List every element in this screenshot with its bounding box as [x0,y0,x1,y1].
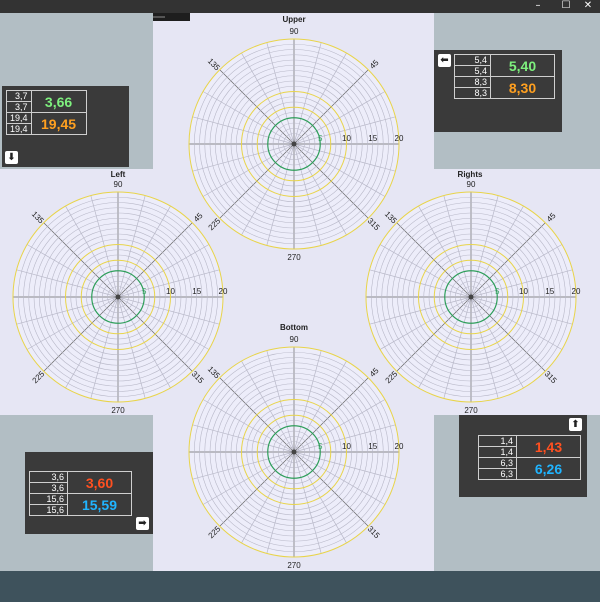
readout-big-value: 8,30 [490,76,555,99]
angle-label: 45 [192,211,205,224]
radius-label: 10 [342,134,351,143]
angle-label: 90 [467,180,476,189]
readout-cell: 15,6 [29,504,68,516]
arrow-up-icon[interactable]: ⬆ [569,418,582,431]
angle-label: 90 [290,27,299,36]
center-dot [291,141,297,147]
radius-label: 15 [545,287,554,296]
readout-big-value: 6,26 [516,457,581,480]
readout-big-value: 3,60 [67,471,132,494]
angle-label: 270 [287,561,301,570]
center-dot [115,294,121,300]
radius-label: 10 [166,287,175,296]
close-button[interactable]: ✕ [576,0,600,13]
arrow-left-icon[interactable]: ⬅ [438,54,451,67]
angle-label: 90 [114,180,123,189]
radius-label: 5 [142,287,147,296]
radius-label: 20 [395,134,404,143]
readout-cell: 6,3 [478,468,517,480]
angle-label: 270 [287,253,301,262]
readout-cell: 3,7 [6,101,32,113]
readout-cell: 8,3 [454,87,491,99]
radius-label: 5 [318,134,323,143]
readout-cell: 5,4 [454,54,491,66]
readout-big-value: 19,45 [30,112,87,135]
arrow-right-icon[interactable]: ➡ [136,517,149,530]
radius-label: 5 [318,442,323,451]
title-bar: – ☐ ✕ [0,0,600,13]
arrow-down-icon[interactable]: ⬇ [5,151,18,164]
readout-cell: 1,4 [478,435,517,447]
radius-label: 5 [495,287,500,296]
radius-label: 15 [192,287,201,296]
radius-label: 15 [368,134,377,143]
maximize-button[interactable]: ☐ [554,0,578,13]
readout-big-value: 3,66 [30,90,87,113]
readout-cell: 15,6 [29,493,68,505]
readout-panel-bottom-right: 1,4 1,43 1,4 6,3 6,26 6,3 ⬆ [459,415,587,497]
readout-panel-bottom-left: 3,6 3,60 3,6 15,6 15,59 15,6 ➡ [25,452,153,534]
center-dot [291,449,297,455]
readout-cell: 1,4 [478,446,517,458]
readout-cell: 3,6 [29,482,68,494]
readout-cell: 3,7 [6,90,32,102]
angle-label: 45 [545,211,558,224]
readout-big-value: 15,59 [67,493,132,516]
status-bar [0,571,600,602]
radius-label: 15 [368,442,377,451]
angle-label: 270 [111,406,125,415]
angle-label: 45 [368,58,381,71]
readout-cell: 3,6 [29,471,68,483]
readout-cell: 5,4 [454,65,491,77]
radius-label: 10 [342,442,351,451]
angle-label: 45 [368,366,381,379]
readout-big-value: 5,40 [490,54,555,77]
readout-cell: 19,4 [6,112,32,124]
radius-label: 20 [395,442,404,451]
polar-chart-bottom: 510152090450315270225180135 [188,335,404,570]
readout-panel-top-left: 3,7 3,66 3,7 19,4 19,45 19,4 ⬇ [2,86,129,167]
angle-label: 270 [464,406,478,415]
readout-cell: 8,3 [454,76,491,88]
radius-label: 10 [519,287,528,296]
center-dot [468,294,474,300]
radius-label: 20 [219,287,228,296]
radius-label: 20 [572,287,581,296]
readout-cell: 19,4 [6,123,32,135]
readout-cell: 6,3 [478,457,517,469]
angle-label: 90 [290,335,299,344]
readout-big-value: 1,43 [516,435,581,458]
minimize-button[interactable]: – [526,0,550,13]
readout-panel-top-right: 5,4 5,40 5,4 8,3 8,30 8,3 ⬅ [434,50,562,132]
